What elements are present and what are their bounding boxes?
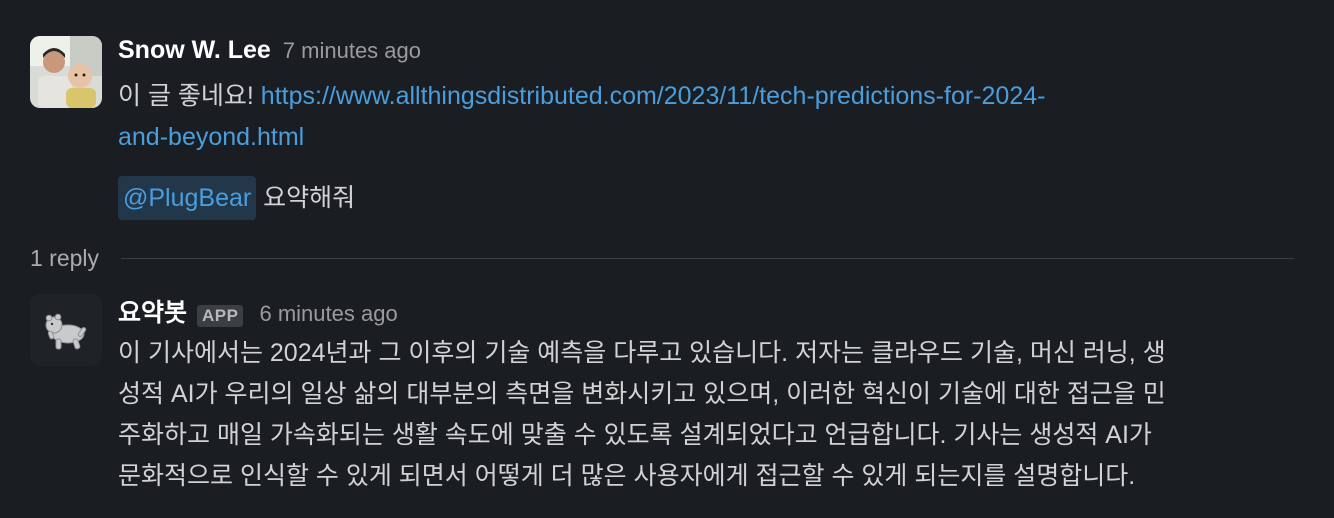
message-line-1: 이 글 좋네요! https://www.allthingsdistribute… — [118, 76, 1298, 117]
message-body: 이 글 좋네요! https://www.allthingsdistribute… — [118, 76, 1298, 158]
article-link[interactable]: https://www.allthingsdistributed.com/202… — [261, 82, 1046, 110]
reply-count[interactable]: 1 reply — [30, 245, 99, 272]
user-photo-icon — [30, 36, 102, 108]
mention-line: @PlugBear 요약해줘 — [118, 176, 355, 220]
summary-line-4: 문화적으로 인식할 수 있게 되면서 어떻게 더 많은 사용자에게 접근할 수 … — [118, 462, 1136, 490]
divider-line — [121, 257, 1294, 259]
article-link-continued[interactable]: and-beyond.html — [118, 123, 304, 151]
app-badge: APP — [197, 305, 244, 327]
message-text: 이 글 좋네요! — [118, 82, 261, 110]
avatar-snow-w-lee[interactable] — [30, 36, 102, 108]
message-line-2: and-beyond.html — [118, 117, 1298, 158]
avatar-bot[interactable] — [30, 294, 102, 366]
summary-line-1: 이 기사에서는 2024년과 그 이후의 기술 예측을 다루고 있습니다. 저자… — [118, 339, 1166, 367]
bot-message-body: 이 기사에서는 2024년과 그 이후의 기술 예측을 다루고 있습니다. 저자… — [118, 333, 1318, 497]
author-name[interactable]: Snow W. Lee — [118, 36, 271, 65]
bot-name[interactable]: 요약봇 — [118, 293, 187, 329]
timestamp[interactable]: 6 minutes ago — [259, 301, 397, 327]
timestamp[interactable]: 7 minutes ago — [283, 38, 421, 64]
message-header: 요약봇 APP 6 minutes ago — [118, 293, 398, 327]
summary-line-3: 주화하고 매일 가속화되는 생활 속도에 맞출 수 있도록 설계되었다고 언급합… — [118, 421, 1152, 449]
summary-line-2: 성적 AI가 우리의 일상 삶의 대부분의 측면을 변화시키고 있으며, 이러한… — [118, 380, 1166, 408]
mention-plugbear[interactable]: @PlugBear — [118, 176, 257, 220]
message-header: Snow W. Lee 7 minutes ago — [118, 36, 421, 70]
bear-icon — [30, 294, 102, 366]
mention-suffix: 요약해줘 — [256, 184, 356, 212]
thread-replies-divider: 1 reply — [30, 240, 1294, 276]
